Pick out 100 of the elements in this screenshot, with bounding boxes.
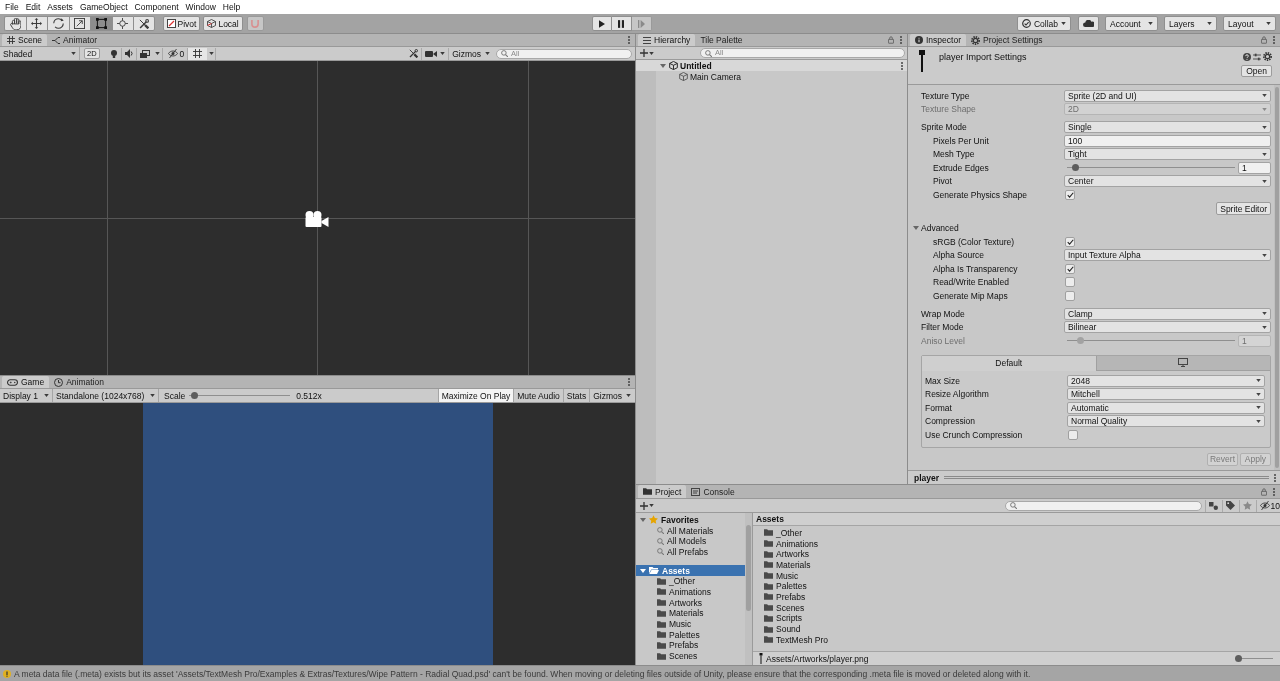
number-field[interactable]: 100: [1064, 134, 1271, 147]
handle-button[interactable]: Pivot: [162, 16, 201, 31]
tool-button[interactable]: [68, 16, 90, 31]
create-button[interactable]: [640, 47, 654, 59]
tool-button[interactable]: [47, 16, 69, 31]
dropdown[interactable]: Clamp: [1064, 307, 1271, 320]
toolbar-dropdown[interactable]: Account: [1105, 16, 1158, 31]
breadcrumb[interactable]: Assets: [756, 514, 784, 524]
folder-item[interactable]: Scenes: [753, 602, 1280, 613]
tree-item[interactable]: Scenes: [636, 650, 745, 662]
handle-button[interactable]: Local: [203, 16, 243, 31]
tool-button[interactable]: [90, 16, 112, 31]
tree-item[interactable]: Favorites: [636, 514, 745, 526]
pause-button[interactable]: [611, 16, 632, 31]
slider-thumb[interactable]: [191, 392, 199, 399]
folder-item[interactable]: TextMesh Pro: [753, 634, 1280, 646]
gizmos-dropdown[interactable]: Gizmos: [589, 389, 635, 402]
slider-thumb[interactable]: [1235, 655, 1242, 662]
folder-item[interactable]: Sound: [753, 623, 1280, 635]
number-field[interactable]: 1: [1238, 161, 1271, 174]
display-dropdown[interactable]: Display 1: [0, 389, 53, 402]
lock-icon[interactable]: [888, 36, 894, 44]
dropdown[interactable]: Single: [1064, 121, 1271, 134]
tool-button[interactable]: [4, 16, 26, 31]
dropdown[interactable]: Input Texture Alpha: [1064, 249, 1271, 262]
sliders-icon[interactable]: [1253, 52, 1261, 61]
tree-item[interactable]: Assets: [636, 565, 745, 576]
menu-item[interactable]: Window: [185, 2, 216, 12]
checkbox[interactable]: [1065, 189, 1075, 200]
toolbar-dropdown[interactable]: Layout: [1223, 16, 1276, 31]
gizmos-dropdown[interactable]: Gizmos: [449, 47, 493, 60]
panel-tab[interactable]: Tile Palette: [695, 34, 748, 46]
dropdown[interactable]: Normal Quality: [1067, 415, 1265, 428]
slider-track[interactable]: [1235, 655, 1273, 662]
camera-button[interactable]: [422, 47, 450, 60]
dropdown[interactable]: Automatic: [1067, 401, 1265, 414]
checkbox[interactable]: [1065, 236, 1075, 247]
help-icon[interactable]: [1243, 52, 1251, 61]
hierarchy-item[interactable]: Untitled: [636, 60, 907, 71]
folder-item[interactable]: Palettes: [753, 580, 1280, 592]
toggle-button[interactable]: Stats: [562, 389, 590, 402]
panel-tab[interactable]: Project: [638, 485, 687, 498]
tree-item[interactable]: Animations: [636, 586, 745, 598]
tool-button[interactable]: [133, 16, 155, 31]
tree-item[interactable]: All Prefabs: [636, 546, 745, 558]
slider-track[interactable]: [1067, 164, 1235, 172]
menu-item[interactable]: Help: [222, 2, 241, 12]
play-button[interactable]: [591, 16, 612, 31]
toggle-button[interactable]: Mute Audio: [513, 389, 563, 402]
checkbox[interactable]: [1065, 290, 1075, 301]
tree-item[interactable]: Palettes: [636, 629, 745, 641]
checkbox[interactable]: [1065, 263, 1075, 274]
scrollbar-thumb[interactable]: [746, 525, 751, 611]
collab-button[interactable]: Collab: [1016, 16, 1071, 31]
gear-icon[interactable]: [1263, 52, 1272, 61]
lock-icon[interactable]: [1261, 36, 1267, 44]
tree-item[interactable]: Prefabs: [636, 640, 745, 651]
drag-handle[interactable]: [944, 476, 1269, 479]
tree-item[interactable]: _Other: [636, 575, 745, 587]
folder-item[interactable]: Scripts: [753, 613, 1280, 624]
folder-item[interactable]: _Other: [753, 527, 1280, 539]
toggle-button[interactable]: Maximize On Play: [437, 389, 514, 402]
panel-tab[interactable]: Inspector: [910, 34, 966, 46]
create-button[interactable]: [640, 500, 654, 511]
hierarchy-item[interactable]: Main Camera: [656, 71, 907, 82]
dropdown[interactable]: 2048: [1067, 374, 1265, 387]
panel-tab[interactable]: Game: [2, 376, 50, 388]
resolution-dropdown[interactable]: Standalone (1024x768): [53, 389, 159, 402]
menu-item[interactable]: Edit: [25, 2, 41, 12]
menu-item[interactable]: File: [5, 2, 19, 12]
menu-item[interactable]: Component: [134, 2, 179, 12]
tool-button[interactable]: [111, 16, 133, 31]
panel-tab[interactable]: Animator: [47, 34, 103, 46]
slider-track[interactable]: [189, 392, 291, 399]
tree-item[interactable]: Materials: [636, 608, 745, 619]
folder-item[interactable]: Materials: [753, 559, 1280, 571]
tool-button[interactable]: [25, 16, 47, 31]
sprite-editor-button[interactable]: Sprite Editor: [1216, 202, 1271, 215]
folder-item[interactable]: Music: [753, 570, 1280, 581]
slider-thumb[interactable]: [1071, 164, 1079, 172]
tree-item[interactable]: Artworks: [636, 597, 745, 608]
foldout-header[interactable]: Advanced: [913, 221, 959, 235]
toolbar-dropdown[interactable]: Layers: [1164, 16, 1217, 31]
folder-item[interactable]: Prefabs: [753, 591, 1280, 603]
checkbox[interactable]: [1065, 277, 1075, 288]
folder-item[interactable]: Artworks: [753, 548, 1280, 560]
hidden-packages-button[interactable]: 10: [1255, 499, 1280, 512]
menu-item[interactable]: GameObject: [79, 2, 128, 12]
lock-icon[interactable]: [1261, 487, 1267, 496]
panel-tab[interactable]: Console: [686, 485, 740, 498]
tree-item[interactable]: All Materials: [636, 525, 745, 536]
dropdown[interactable]: Mitchell: [1067, 388, 1265, 401]
panel-tab[interactable]: Hierarchy: [638, 34, 696, 46]
dropdown[interactable]: Sprite (2D and UI): [1064, 89, 1271, 102]
tree-item[interactable]: All Models: [636, 535, 745, 547]
menu-item[interactable]: Assets: [47, 2, 73, 12]
panel-tab[interactable]: Project Settings: [965, 34, 1048, 46]
grid-toggle[interactable]: [188, 47, 208, 60]
platform-tab[interactable]: Default: [922, 355, 1096, 371]
panel-tab[interactable]: Animation: [49, 376, 109, 388]
